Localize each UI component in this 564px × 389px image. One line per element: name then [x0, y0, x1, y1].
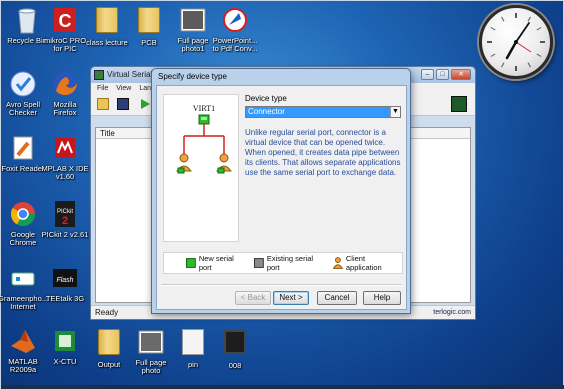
svg-text:C: C: [59, 11, 72, 31]
legend-label: Existing serial port: [266, 254, 314, 272]
desktop-icon-008[interactable]: 008: [209, 327, 261, 370]
details-pane[interactable]: [409, 127, 471, 303]
desktop-icon-label: MPLAB X IDE v1.60: [41, 164, 89, 181]
chevron-down-icon[interactable]: ▼: [390, 107, 400, 117]
svg-text:Flash: Flash: [56, 277, 73, 284]
legend-label: Client application: [345, 254, 382, 272]
clock-gadget[interactable]: [479, 5, 553, 79]
legend-existing-serial-port: Existing serial port: [253, 254, 327, 272]
desktop-icon-label: PICkit 2 v2.61: [41, 230, 89, 239]
chip-file-icon: [220, 330, 250, 360]
svg-text:2: 2: [62, 215, 68, 227]
maximize-button[interactable]: □: [436, 69, 449, 80]
image-file-icon: [136, 327, 166, 357]
foxit-icon: [8, 133, 38, 163]
desktop-icon-label: 008: [228, 361, 242, 370]
pickit-icon: PICkit 2: [50, 199, 80, 229]
device-description: Unlike regular serial port, connector is…: [245, 128, 401, 177]
taskbar[interactable]: [1, 385, 564, 389]
minimize-button[interactable]: –: [421, 69, 434, 80]
menu-file[interactable]: File: [97, 83, 108, 94]
image-file-icon: [178, 5, 208, 35]
save-icon[interactable]: [117, 98, 129, 110]
desktop-icon-mplab[interactable]: MPLAB X IDE v1.60: [39, 133, 91, 181]
chrome-icon: [8, 199, 38, 229]
desktop-icon-pickit[interactable]: PICkit 2 PICkit 2 v2.61: [39, 199, 91, 239]
device-type-value: Connector: [248, 107, 285, 116]
client-application-icon: [333, 257, 343, 269]
connection-tree: [183, 124, 225, 155]
menu-view[interactable]: View: [116, 83, 131, 94]
desktop-icon-label: PowerPoint... to Pdf Conv...: [212, 36, 258, 53]
website-link[interactable]: terlogic.com: [433, 306, 471, 320]
device-preview: VIRT1: [163, 94, 239, 242]
dialog-titlebar[interactable]: Specify device type: [152, 69, 410, 84]
close-button[interactable]: ✕: [451, 69, 471, 80]
new-serial-port-icon: [186, 258, 196, 268]
next-button[interactable]: Next >: [273, 291, 309, 305]
desktop-icon-ppt-to-pdf[interactable]: PowerPoint... to Pdf Conv...: [209, 5, 261, 53]
status-text: Ready: [95, 308, 119, 317]
xctu-icon: [50, 326, 80, 356]
client-application-icon: [216, 153, 232, 174]
folder-icon: [94, 329, 124, 359]
new-serial-port-icon: [198, 114, 210, 125]
mikroc-icon: C: [50, 5, 80, 35]
device-manager-icon[interactable]: [451, 96, 467, 112]
clock-face-icon: [487, 13, 545, 71]
desktop-icon-firefox[interactable]: Mozilla Firefox: [39, 69, 91, 117]
help-button[interactable]: Help: [363, 291, 401, 305]
modem-icon: [8, 263, 38, 293]
specify-device-type-dialog[interactable]: Specify device type VIRT1 Device type Co…: [151, 68, 411, 314]
app-icon: [94, 70, 104, 80]
text-file-icon: [178, 329, 208, 359]
folder-icon: [134, 7, 164, 37]
play-icon[interactable]: [139, 98, 151, 110]
firefox-icon: [50, 69, 80, 99]
recycle-bin-icon: [12, 5, 42, 35]
client-application-icon: [176, 153, 192, 174]
mplab-icon: [50, 133, 80, 163]
legend-client-application: Client application: [333, 254, 402, 272]
dialog-title: Specify device type: [158, 72, 227, 81]
folder-icon: [92, 7, 122, 37]
legend-panel: New serial port Existing serial port Cli…: [163, 252, 403, 274]
legend-label: New serial port: [198, 254, 234, 272]
existing-serial-port-icon: [253, 258, 264, 268]
matlab-icon: [8, 326, 38, 356]
preview-title: VIRT1: [193, 104, 215, 113]
device-type-select[interactable]: Connector ▼: [245, 106, 401, 118]
desktop-icon-label: TEEtalk 3G: [45, 294, 85, 303]
dialog-body: VIRT1 Device type Connector ▼ Unlike reg…: [156, 85, 407, 310]
divider: [161, 284, 402, 286]
details-header: [410, 128, 470, 139]
back-button[interactable]: < Back: [235, 291, 271, 305]
device-type-label: Device type: [245, 94, 287, 103]
flash-icon: Flash: [50, 263, 80, 293]
cancel-button[interactable]: Cancel: [317, 291, 357, 305]
avro-icon: [8, 69, 38, 99]
desktop-icon-label: Mozilla Firefox: [53, 100, 77, 117]
open-folder-icon[interactable]: [97, 98, 109, 110]
desktop-icon-teletalk[interactable]: Flash TEEtalk 3G: [39, 263, 91, 303]
legend-new-serial-port: New serial port: [186, 254, 248, 272]
converter-icon: [220, 5, 250, 35]
